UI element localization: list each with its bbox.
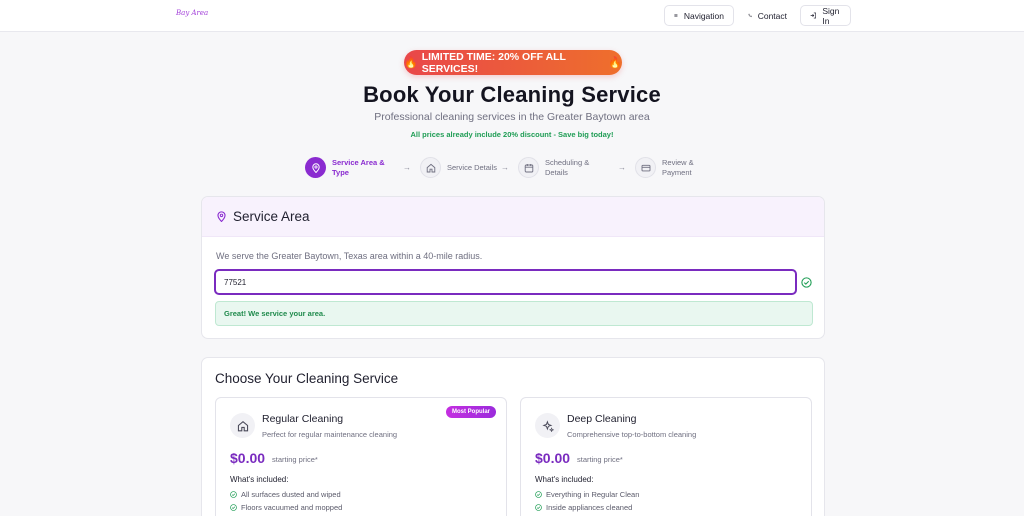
arrow-right-icon: → xyxy=(618,163,626,172)
fire-icon: 🔥 xyxy=(608,57,622,69)
check-circle-icon xyxy=(535,491,542,498)
deep-cleaning-option[interactable]: Deep Cleaning Comprehensive top-to-botto… xyxy=(520,397,812,516)
choose-service-title: Choose Your Cleaning Service xyxy=(215,371,399,386)
home-icon xyxy=(237,420,248,431)
feature-item: All surfaces dusted and wiped xyxy=(230,490,341,499)
fire-icon: 🔥 xyxy=(404,57,418,69)
logo-text: Bay Area xyxy=(176,9,209,17)
page-subtitle: Professional cleaning services in the Gr… xyxy=(374,111,650,123)
step-service-details[interactable]: Service Details xyxy=(420,157,502,178)
step-circle xyxy=(518,157,539,178)
sign-in-label: Sign In xyxy=(822,5,840,26)
regular-cleaning-option[interactable]: Regular Cleaning Perfect for regular mai… xyxy=(215,397,507,516)
included-label: What's included: xyxy=(535,475,594,484)
feature-text: Inside appliances cleaned xyxy=(546,503,633,512)
check-circle-icon xyxy=(535,504,542,511)
feature-text: Floors vacuumed and mopped xyxy=(241,503,343,512)
step-service-area[interactable]: Service Area & Type xyxy=(305,157,387,178)
feature-item: Inside appliances cleaned xyxy=(535,503,632,512)
step-label: Service Area & Type xyxy=(332,157,385,177)
check-circle-icon xyxy=(230,491,237,498)
zip-code-input[interactable] xyxy=(214,269,797,295)
arrow-right-icon: → xyxy=(403,163,411,172)
menu-icon xyxy=(674,14,678,17)
service-price: $0.00 xyxy=(535,450,571,466)
check-circle-icon xyxy=(230,504,237,511)
navigation-label: Navigation xyxy=(683,10,724,21)
service-area-card: Service Area We serve the Greater Baytow… xyxy=(201,196,825,339)
contact-label: Contact xyxy=(757,10,787,21)
promo-banner: 🔥 LIMITED TIME: 20% OFF ALL SERVICES! 🔥 xyxy=(404,50,622,75)
service-name: Deep Cleaning xyxy=(567,413,637,425)
service-icon xyxy=(230,413,255,438)
map-pin-icon xyxy=(217,211,226,222)
top-navigation-bar: Bay Area Navigation Contact Sign In xyxy=(0,0,1024,32)
step-label: Scheduling & Details xyxy=(545,157,590,177)
home-icon xyxy=(426,163,435,172)
step-label: Review & Payment xyxy=(662,157,694,177)
service-area-header: Service Area xyxy=(202,197,824,237)
price-note: starting price* xyxy=(577,455,623,464)
service-description: Comprehensive top-to-bottom cleaning xyxy=(567,430,697,439)
feature-item: Floors vacuumed and mopped xyxy=(230,503,342,512)
sign-in-button[interactable]: Sign In xyxy=(800,5,851,26)
bay-area-logo[interactable]: Bay Area xyxy=(176,7,210,23)
promo-text: LIMITED TIME: 20% OFF ALL SERVICES! xyxy=(421,50,566,75)
navigation-button[interactable]: Navigation xyxy=(664,5,734,26)
service-area-title: Service Area xyxy=(233,209,310,224)
most-popular-badge: Most Popular xyxy=(446,406,497,418)
feature-text: Everything in Regular Clean xyxy=(546,490,640,499)
map-pin-icon xyxy=(311,162,320,173)
arrow-right-icon: → xyxy=(501,163,509,172)
service-name: Regular Cleaning xyxy=(262,413,344,425)
phone-icon xyxy=(748,13,752,17)
credit-card-icon xyxy=(641,164,650,171)
service-description: Perfect for regular maintenance cleaning xyxy=(262,430,398,439)
service-area-description: We serve the Greater Baytown, Texas area… xyxy=(216,251,483,261)
sparkles-icon xyxy=(541,419,554,432)
choose-service-card: Choose Your Cleaning Service Regular Cle… xyxy=(201,357,825,516)
service-price: $0.00 xyxy=(230,450,266,466)
calendar-icon xyxy=(524,163,533,172)
step-review-payment[interactable]: Review & Payment xyxy=(635,157,717,178)
discount-note: All prices already include 20% discount … xyxy=(410,130,614,139)
feature-text: All surfaces dusted and wiped xyxy=(241,490,341,499)
contact-button[interactable]: Contact xyxy=(738,5,797,26)
feature-item: Everything in Regular Clean xyxy=(535,490,639,499)
step-circle-active xyxy=(305,157,326,178)
check-circle-icon xyxy=(801,277,812,288)
page-title: Book Your Cleaning Service xyxy=(363,82,661,107)
step-scheduling[interactable]: Scheduling & Details xyxy=(518,157,600,178)
included-label: What's included: xyxy=(230,475,289,484)
service-area-success-message: Great! We service your area. xyxy=(215,301,813,326)
price-note: starting price* xyxy=(272,455,318,464)
step-circle xyxy=(635,157,656,178)
step-label: Service Details xyxy=(447,162,498,172)
service-icon xyxy=(535,413,560,438)
step-circle xyxy=(420,157,441,178)
sign-in-icon xyxy=(810,12,817,19)
